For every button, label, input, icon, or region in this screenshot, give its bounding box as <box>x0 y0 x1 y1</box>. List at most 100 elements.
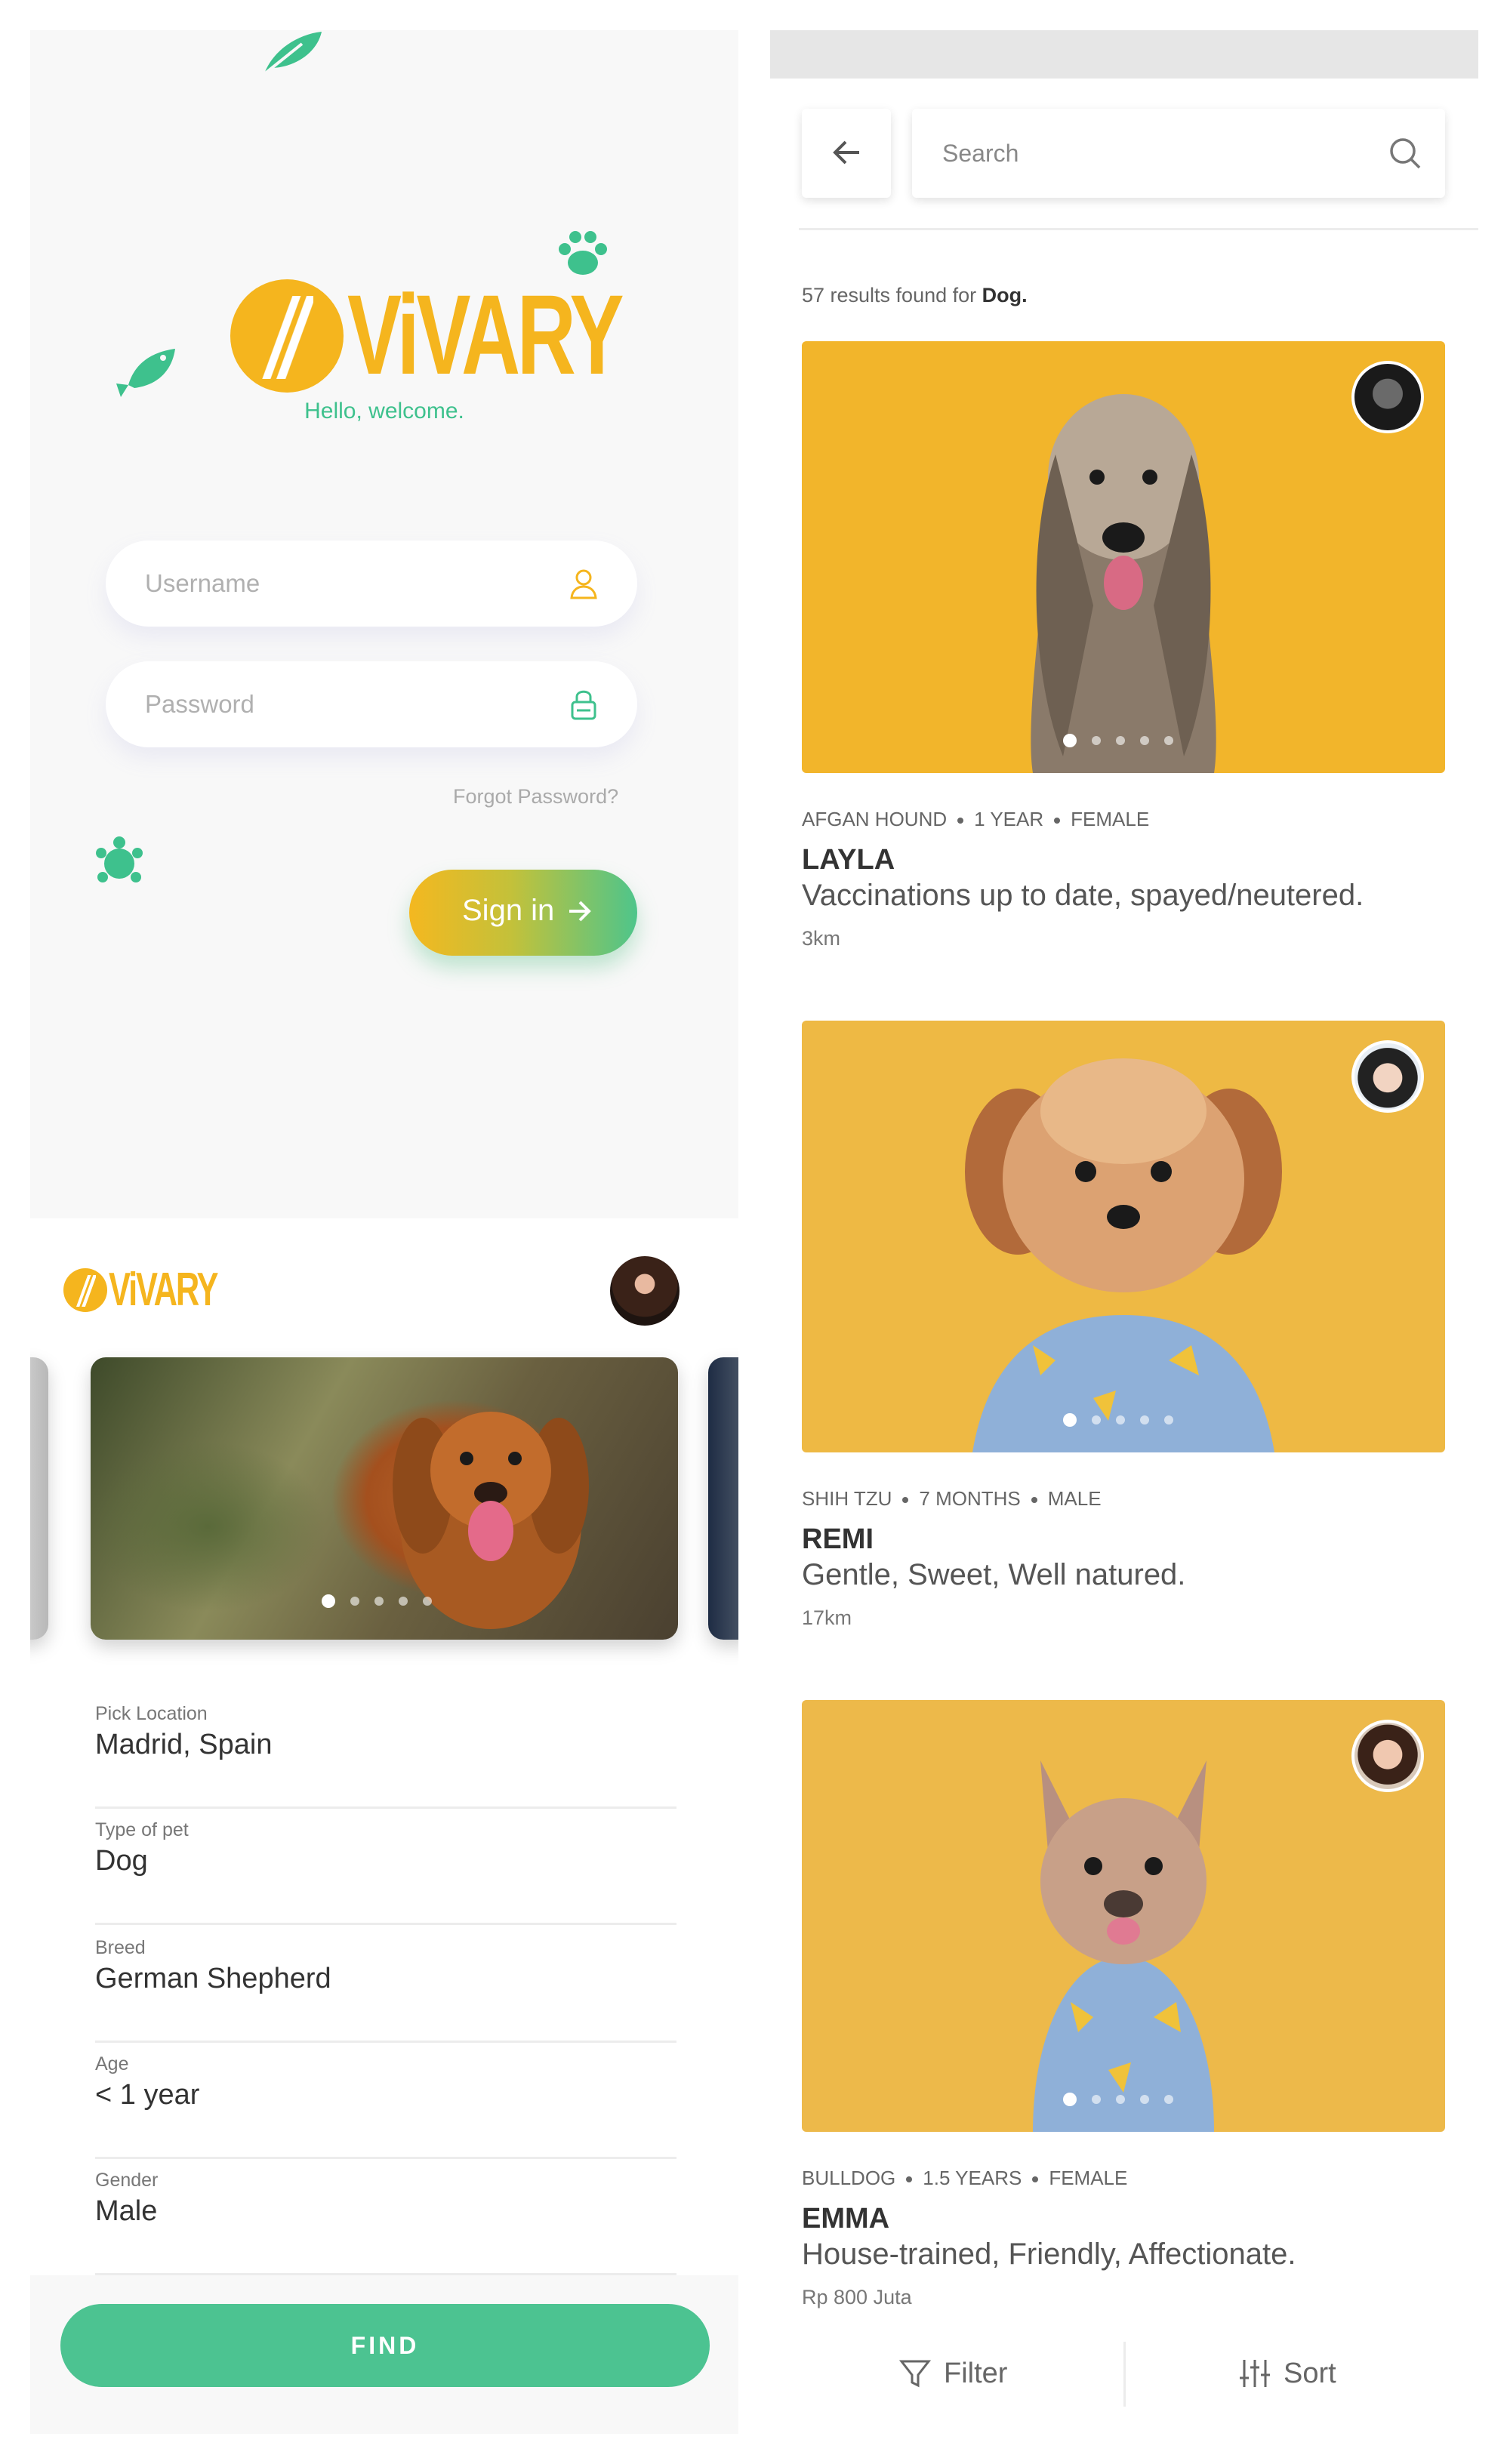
filter-icon <box>898 2360 932 2388</box>
pet-type-field[interactable]: Type of pet Dog <box>95 1819 676 1925</box>
carousel-dots <box>1063 2093 1173 2106</box>
find-button[interactable]: FIND <box>60 2304 710 2387</box>
carousel-dot[interactable] <box>1063 2093 1077 2106</box>
logo-mark <box>230 279 344 393</box>
logo-mark <box>63 1268 107 1312</box>
lock-icon <box>571 690 596 720</box>
pet-description: House-trained, Friendly, Affectionate. <box>802 2238 1296 2271</box>
breed-value: German Shepherd <box>95 1963 331 1994</box>
gender-field[interactable]: Gender Male <box>95 2170 676 2275</box>
sort-button[interactable]: Sort <box>1238 2351 1336 2396</box>
carousel-card-photo[interactable] <box>91 1357 678 1640</box>
sort-label: Sort <box>1284 2357 1336 2389</box>
breed-label: Breed <box>95 1937 146 1958</box>
location-label: Pick Location <box>95 1703 208 1724</box>
logo-text: ViVARY <box>347 271 624 398</box>
carousel-dot[interactable] <box>374 1597 384 1606</box>
filter-button[interactable]: Filter <box>898 2351 1007 2396</box>
back-button[interactable] <box>802 109 891 198</box>
carousel-dot[interactable] <box>322 1594 335 1608</box>
carousel-dot[interactable] <box>1116 2095 1125 2104</box>
pet-age: 1.5 YEARS <box>923 2167 1022 2189</box>
results-search-term: Dog. <box>982 284 1028 306</box>
carousel-dot[interactable] <box>423 1597 432 1606</box>
carousel-dot[interactable] <box>1063 734 1077 747</box>
owner-avatar[interactable] <box>1351 1040 1424 1113</box>
pet-photo[interactable] <box>802 1700 1445 2132</box>
carousel-dot[interactable] <box>1092 2095 1101 2104</box>
username-field[interactable]: Username <box>106 541 637 627</box>
dog-photo <box>1031 394 1216 773</box>
location-field[interactable]: Pick Location Madrid, Spain <box>95 1703 676 1809</box>
carousel-card-prev[interactable] <box>30 1357 48 1640</box>
user-icon <box>570 569 597 599</box>
dog-photo <box>393 1412 589 1629</box>
carousel-dots <box>1063 734 1173 747</box>
owner-avatar[interactable] <box>1351 361 1424 433</box>
carousel-dot[interactable] <box>1116 736 1125 745</box>
fish-icon <box>116 349 175 397</box>
pet-name: LAYLA <box>802 844 895 876</box>
status-bar <box>770 30 1478 79</box>
carousel-dot[interactable] <box>1140 736 1149 745</box>
search-box[interactable] <box>912 109 1445 198</box>
owner-avatar[interactable] <box>1351 1720 1424 1792</box>
pet-sex: FEMALE <box>1049 2167 1128 2189</box>
welcome-text: Hello, welcome. <box>304 399 464 424</box>
pet-photo[interactable] <box>802 1021 1445 1452</box>
breed-field[interactable]: Breed German Shepherd <box>95 1937 676 2043</box>
pet-sex: MALE <box>1047 1487 1102 1510</box>
age-value: < 1 year <box>95 2079 200 2111</box>
pet-photo[interactable] <box>802 341 1445 773</box>
results-count: 57 results found for Dog. <box>802 284 1028 307</box>
carousel-dot[interactable] <box>1092 736 1101 745</box>
pet-card[interactable]: SHIH TZU 7 MONTHS MALE REMI Gentle, Sweet,… <box>802 1021 1445 1640</box>
carousel-dot[interactable] <box>1140 1415 1149 1424</box>
app-logo: ViVARY <box>230 257 624 415</box>
pet-sex: FEMALE <box>1071 808 1150 830</box>
carousel-dot[interactable] <box>1140 2095 1149 2104</box>
carousel-dot[interactable] <box>399 1597 408 1606</box>
pet-meta: BULLDOG 1.5 YEARS FEMALE <box>802 2167 1127 2190</box>
sort-sliders-icon <box>1240 2360 1270 2387</box>
carousel-dot[interactable] <box>1116 1415 1125 1424</box>
user-avatar[interactable] <box>610 1256 680 1326</box>
age-field[interactable]: Age < 1 year <box>95 2053 676 2159</box>
leaf-icon <box>263 32 322 75</box>
forgot-password-link[interactable]: Forgot Password? <box>453 785 618 808</box>
search-icon[interactable] <box>1386 134 1424 172</box>
divider <box>1123 2342 1126 2407</box>
location-value: Madrid, Spain <box>95 1729 273 1760</box>
find-pet-screen: ViVARY Pick Location Madrid, Spain Type … <box>30 1218 738 2434</box>
arrow-right-icon <box>569 901 591 922</box>
pet-card[interactable]: BULLDOG 1.5 YEARS FEMALE EMMA House-traine… <box>802 1700 1445 2319</box>
divider <box>799 228 1478 230</box>
username-placeholder: Username <box>145 569 260 597</box>
carousel-dot[interactable] <box>1164 1415 1173 1424</box>
carousel-dot[interactable] <box>1063 1413 1077 1427</box>
pet-name: EMMA <box>802 2203 890 2235</box>
sign-in-button[interactable]: Sign in <box>409 870 637 956</box>
pet-card[interactable]: AFGAN HOUND 1 YEAR FEMALE LAYLA Vaccinatio… <box>802 341 1445 960</box>
results-screen: 57 results found for Dog. <box>770 30 1478 2434</box>
pet-breed: BULLDOG <box>802 2167 896 2189</box>
filter-label: Filter <box>944 2357 1008 2389</box>
pet-breed: AFGAN HOUND <box>802 808 948 830</box>
carousel-dot[interactable] <box>1164 2095 1173 2104</box>
pet-name: REMI <box>802 1523 874 1555</box>
dog-photo <box>1033 1760 1214 2132</box>
pet-type-label: Type of pet <box>95 1819 189 1840</box>
password-field[interactable]: Password <box>106 661 637 747</box>
dog-photo <box>965 1058 1282 1452</box>
carousel-dots <box>1063 1413 1173 1427</box>
carousel-dot[interactable] <box>350 1597 359 1606</box>
gender-label: Gender <box>95 2170 159 2191</box>
carousel-dot[interactable] <box>1164 736 1173 745</box>
gender-value: Male <box>95 2195 158 2227</box>
login-screen: ViVARY Hello, welcome. Username Password… <box>30 30 738 1218</box>
carousel-dot[interactable] <box>1092 1415 1101 1424</box>
turtle-icon <box>96 836 143 882</box>
search-input[interactable] <box>942 137 1365 169</box>
carousel-card-next[interactable] <box>708 1357 738 1640</box>
carousel-dots <box>322 1594 432 1608</box>
